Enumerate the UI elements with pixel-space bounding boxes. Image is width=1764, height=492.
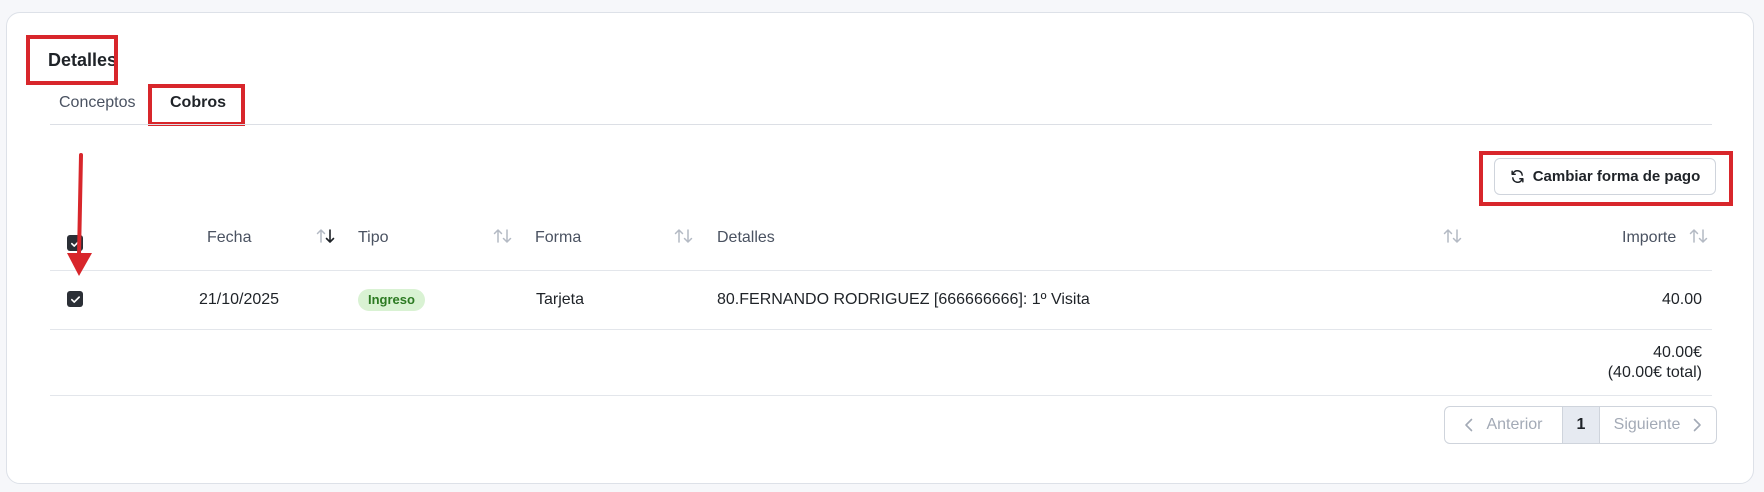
sort-icon[interactable] [673,227,695,245]
column-header-fecha[interactable]: Fecha [207,229,251,247]
highlight-box-button [1479,151,1733,206]
next-page-label: Siguiente [1613,416,1681,433]
row-divider [50,329,1712,330]
sort-icon[interactable] [492,227,514,245]
highlight-box-title [26,35,118,85]
prev-page-label: Anterior [1486,416,1543,433]
column-header-detalles[interactable]: Detalles [717,229,775,247]
totals-divider [50,395,1712,396]
tabs-divider [50,124,1712,125]
cell-forma: Tarjeta [536,291,585,308]
tab-conceptos[interactable]: Conceptos [59,94,136,112]
column-header-tipo[interactable]: Tipo [358,229,389,247]
cell-fecha: 21/10/2025 [199,291,280,308]
column-header-importe[interactable]: Importe [1622,229,1676,247]
chevron-right-icon [1694,418,1702,432]
status-badge: Ingreso [358,289,425,311]
sort-desc-icon[interactable] [315,227,337,245]
prev-page-button[interactable]: Anterior [1445,407,1563,443]
cell-detalles: 80.FERNANDO RODRIGUEZ [666666666]: 1º Vi… [717,291,1090,308]
row-checkbox[interactable] [67,291,83,307]
sort-icon[interactable] [1442,227,1464,245]
check-icon [70,295,80,303]
header-divider [50,270,1712,271]
sort-icon[interactable] [1688,227,1710,245]
total-amount: 40.00€ [1653,344,1702,361]
chevron-left-icon [1465,418,1473,432]
page-number-button[interactable]: 1 [1563,407,1600,443]
pagination: Anterior 1 Siguiente [1444,406,1717,444]
annotation-arrow-icon [67,153,92,276]
cell-importe: 40.00 [1661,291,1702,308]
total-note: (40.00€ total) [1607,364,1702,381]
next-page-button[interactable]: Siguiente [1600,407,1716,443]
highlight-box-cobros-tab [148,84,245,126]
column-header-forma[interactable]: Forma [535,229,581,247]
